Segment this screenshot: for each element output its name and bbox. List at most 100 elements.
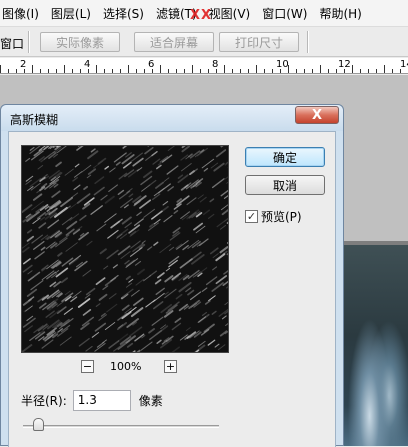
noise-streak (125, 205, 129, 208)
noise-streak (30, 179, 40, 187)
noise-streak (65, 169, 73, 175)
noise-streak (30, 147, 34, 150)
noise-streak (212, 283, 223, 291)
watermark: XX (160, 8, 212, 23)
noise-streak (122, 155, 133, 163)
close-button[interactable]: X (295, 106, 339, 124)
noise-streak (221, 202, 228, 210)
noise-streak (99, 159, 106, 164)
noise-streak (165, 292, 168, 294)
noise-streak (24, 259, 30, 264)
noise-streak (225, 296, 228, 305)
noise-streak (108, 230, 118, 238)
noise-streak (135, 219, 144, 226)
ruler-tick (48, 69, 49, 73)
actual-pixels-button[interactable]: 实际像素 (40, 32, 120, 52)
noise-streak (89, 169, 95, 174)
noise-streak (24, 308, 29, 312)
noise-streak (79, 339, 89, 346)
noise-streak (211, 248, 218, 253)
dialog-title: 高斯模糊 (10, 111, 58, 128)
dialog-titlebar[interactable]: 高斯模糊 X (1, 105, 343, 131)
noise-streak (109, 185, 118, 192)
noise-streak (128, 344, 132, 347)
ruler-tick (152, 69, 153, 73)
menu-window[interactable]: 窗口(W) (256, 5, 313, 22)
fit-screen-button[interactable]: 适合屏幕 (134, 32, 214, 52)
noise-streak (226, 323, 228, 325)
ruler-tick (232, 69, 233, 73)
ruler-tick (104, 69, 105, 73)
blur-preview[interactable] (21, 145, 229, 353)
noise-streak (71, 297, 77, 301)
noise-streak (153, 194, 160, 199)
noise-streak (31, 281, 43, 290)
noise-streak (206, 301, 210, 304)
noise-streak (58, 329, 68, 336)
noise-streak (186, 288, 191, 292)
noise-streak (28, 271, 32, 274)
noise-streak (84, 310, 91, 315)
dialog-body: − 100% + 确定 取消 ✓ 预览(P) 半径(R): 像素 (8, 131, 336, 447)
noise-streak (215, 344, 219, 347)
noise-streak (23, 248, 29, 252)
menu-help[interactable]: 帮助(H) (313, 5, 367, 22)
noise-streak (24, 318, 35, 327)
noise-streak (138, 270, 144, 275)
print-size-button[interactable]: 打印尺寸 (219, 32, 299, 52)
noise-streak (211, 163, 218, 168)
noise-streak (154, 242, 158, 245)
noise-streak (202, 288, 207, 291)
preview-checkbox-row[interactable]: ✓ 预览(P) (245, 208, 302, 224)
ok-button[interactable]: 确定 (245, 147, 325, 167)
menu-image[interactable]: 图像(I) (0, 5, 45, 22)
radius-input[interactable] (73, 390, 131, 411)
ruler-tick (288, 65, 289, 73)
noise-streak (194, 346, 204, 352)
noise-streak (174, 211, 177, 213)
noise-streak (66, 243, 78, 252)
preview-checkbox[interactable]: ✓ (245, 210, 258, 223)
noise-streak (124, 162, 131, 167)
radius-slider-track[interactable] (23, 425, 219, 428)
noise-streak (54, 185, 57, 187)
noise-streak (156, 280, 161, 284)
noise-streak (123, 217, 131, 223)
ruler-tick (296, 69, 297, 73)
ruler-tick (392, 69, 393, 73)
zoom-out-button[interactable]: − (81, 360, 94, 373)
ruler-tick (160, 65, 161, 73)
options-bar: 窗口 实际像素 适合屏幕 打印尺寸 (0, 27, 408, 57)
noise-streak (213, 267, 217, 270)
preview-zoom-controls: − 100% + (21, 360, 229, 376)
radius-slider-handle[interactable] (33, 418, 44, 431)
noise-streak (149, 329, 154, 333)
noise-streak (40, 303, 46, 307)
noise-streak (87, 241, 92, 245)
noise-streak (160, 244, 171, 252)
ruler-tick (400, 69, 401, 73)
noise-streak (60, 337, 71, 345)
noise-streak (220, 225, 225, 229)
noise-streak (168, 187, 173, 191)
noise-streak (25, 326, 32, 332)
noise-streak (52, 191, 60, 197)
menu-select[interactable]: 选择(S) (97, 5, 150, 22)
noise-streak (181, 155, 188, 160)
noise-streak (218, 345, 225, 350)
cancel-button[interactable]: 取消 (245, 175, 325, 195)
close-icon: X (312, 108, 322, 123)
noise-streak (56, 163, 61, 167)
noise-streak (96, 304, 100, 307)
noise-streak (129, 351, 135, 352)
zoom-in-button[interactable]: + (164, 360, 177, 373)
ruler-tick (312, 69, 313, 73)
noise-streak (171, 347, 179, 352)
noise-streak (118, 191, 123, 195)
menu-layer[interactable]: 图层(L) (45, 5, 97, 22)
noise-streak (144, 172, 151, 178)
noise-streak (111, 222, 119, 228)
noise-streak (192, 255, 204, 264)
ruler-tick (0, 65, 1, 73)
noise-streak (217, 218, 228, 227)
